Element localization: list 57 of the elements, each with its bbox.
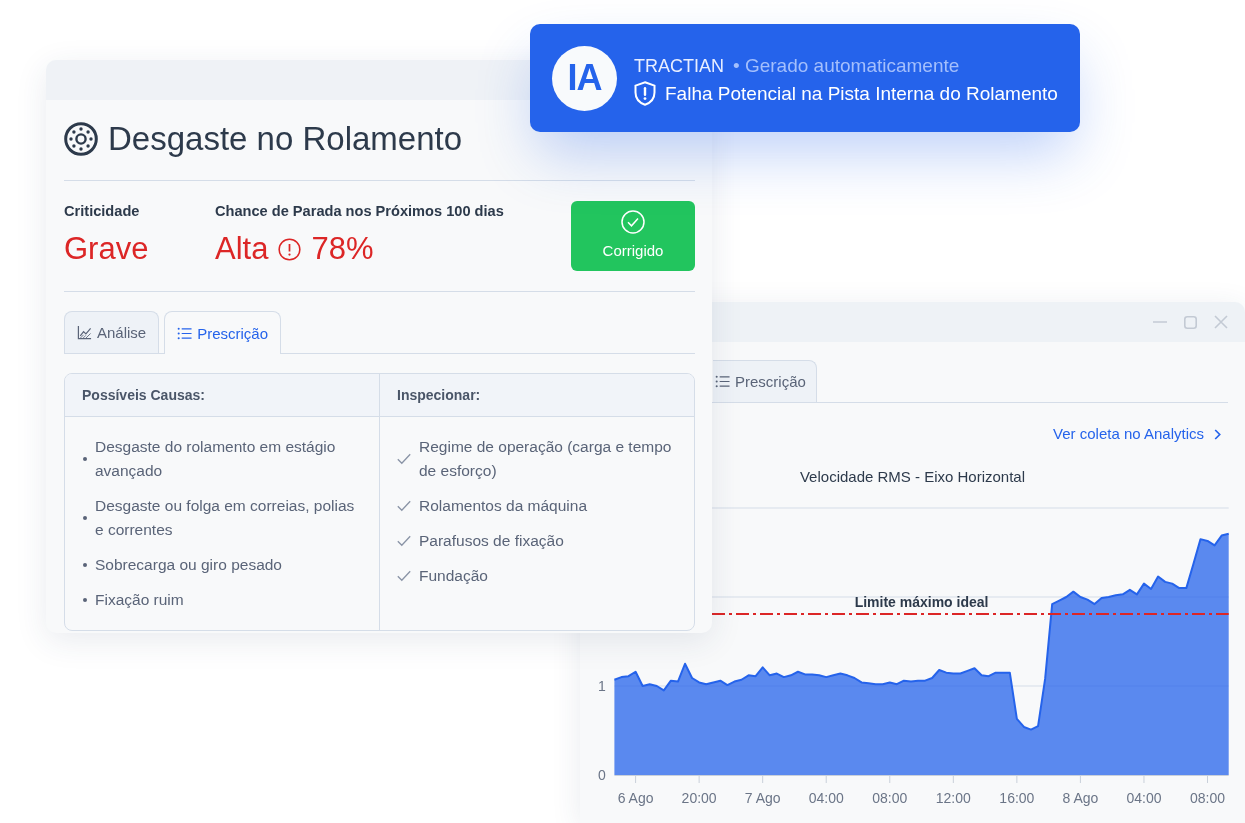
analytics-link[interactable]: Ver coleta no Analytics (1053, 423, 1221, 445)
minimize-icon[interactable] (1153, 321, 1167, 323)
column-header: Inspecionar: (380, 374, 694, 417)
limit-label: Limite máximo ideal (854, 593, 989, 610)
stop-chance-label: Chance de Parada nos Próximos 100 dias (215, 202, 504, 221)
x-axis-label: 04:00 (1126, 790, 1162, 806)
x-axis-label: 7 Ago (744, 790, 781, 806)
list-icon (177, 325, 193, 341)
shield-alert-icon (634, 81, 656, 106)
item-text: Desgaste ou folga em correias, polias e correntes (95, 496, 356, 540)
criticality-label: Criticidade (64, 202, 140, 221)
x-axis-label: 16:00 (999, 790, 1035, 806)
notice-message: Falha Potencial na Pista Interna do Rolamento (665, 81, 1058, 106)
check-icon (397, 535, 411, 547)
item-text: Rolamentos da máquina (419, 496, 588, 516)
tab[interactable]: Análise (64, 311, 160, 353)
y-axis-label: 0 (598, 767, 606, 783)
close-icon[interactable] (1214, 315, 1228, 329)
chart-title: Velocidade RMS - Eixo Horizontal (799, 467, 1026, 487)
item-text: Parafusos de fixação (419, 531, 564, 551)
criticality-value: Grave (64, 231, 149, 267)
logo: IA (552, 45, 617, 111)
x-axis-label: 12:00 (935, 790, 971, 806)
x-axis-label: 6 Ago (617, 790, 654, 806)
check-icon (397, 500, 411, 512)
item-text: Sobrecarga ou giro pesado (95, 555, 282, 575)
bearing-icon (64, 122, 98, 156)
x-axis-label: 08:00 (1190, 790, 1226, 806)
bullet-icon (83, 457, 87, 461)
maximize-icon[interactable] (1184, 315, 1197, 329)
y-axis-label: 1 (598, 678, 606, 694)
chevron-right-icon (1214, 428, 1221, 440)
bullet-icon (83, 563, 87, 567)
check-icon (397, 453, 411, 465)
alert-icon (278, 237, 302, 261)
risk-level: Alta (215, 231, 269, 267)
notice-subtitle: • Gerado automaticamente (733, 54, 960, 78)
tab[interactable]: Prescrição (713, 360, 817, 402)
item-text: Regime de operação (carga e tempo de esforço) (419, 437, 673, 481)
bullet-icon (83, 516, 87, 520)
source-name: TRACTIAN (634, 55, 724, 78)
x-axis-label: 04:00 (808, 790, 844, 806)
list-icon (715, 374, 730, 389)
item-text: Desgaste do rolamento em estágio avançado (95, 437, 337, 481)
risk-percent: 78% (311, 231, 374, 267)
card-title: Desgaste no Rolamento (108, 120, 463, 158)
check-circle-icon (621, 210, 645, 234)
x-axis-label: 20:00 (681, 790, 717, 806)
x-axis-label: 8 Ago (1062, 790, 1099, 806)
x-axis-label: 08:00 (872, 790, 908, 806)
line-chart-icon (77, 325, 92, 340)
tab[interactable]: Prescrição (164, 311, 282, 354)
item-text: Fixação ruim (95, 590, 184, 610)
item-text: Fundação (419, 566, 488, 586)
check-icon (397, 570, 411, 582)
bullet-icon (83, 598, 87, 602)
column-header: Possíveis Causas: (65, 374, 379, 417)
